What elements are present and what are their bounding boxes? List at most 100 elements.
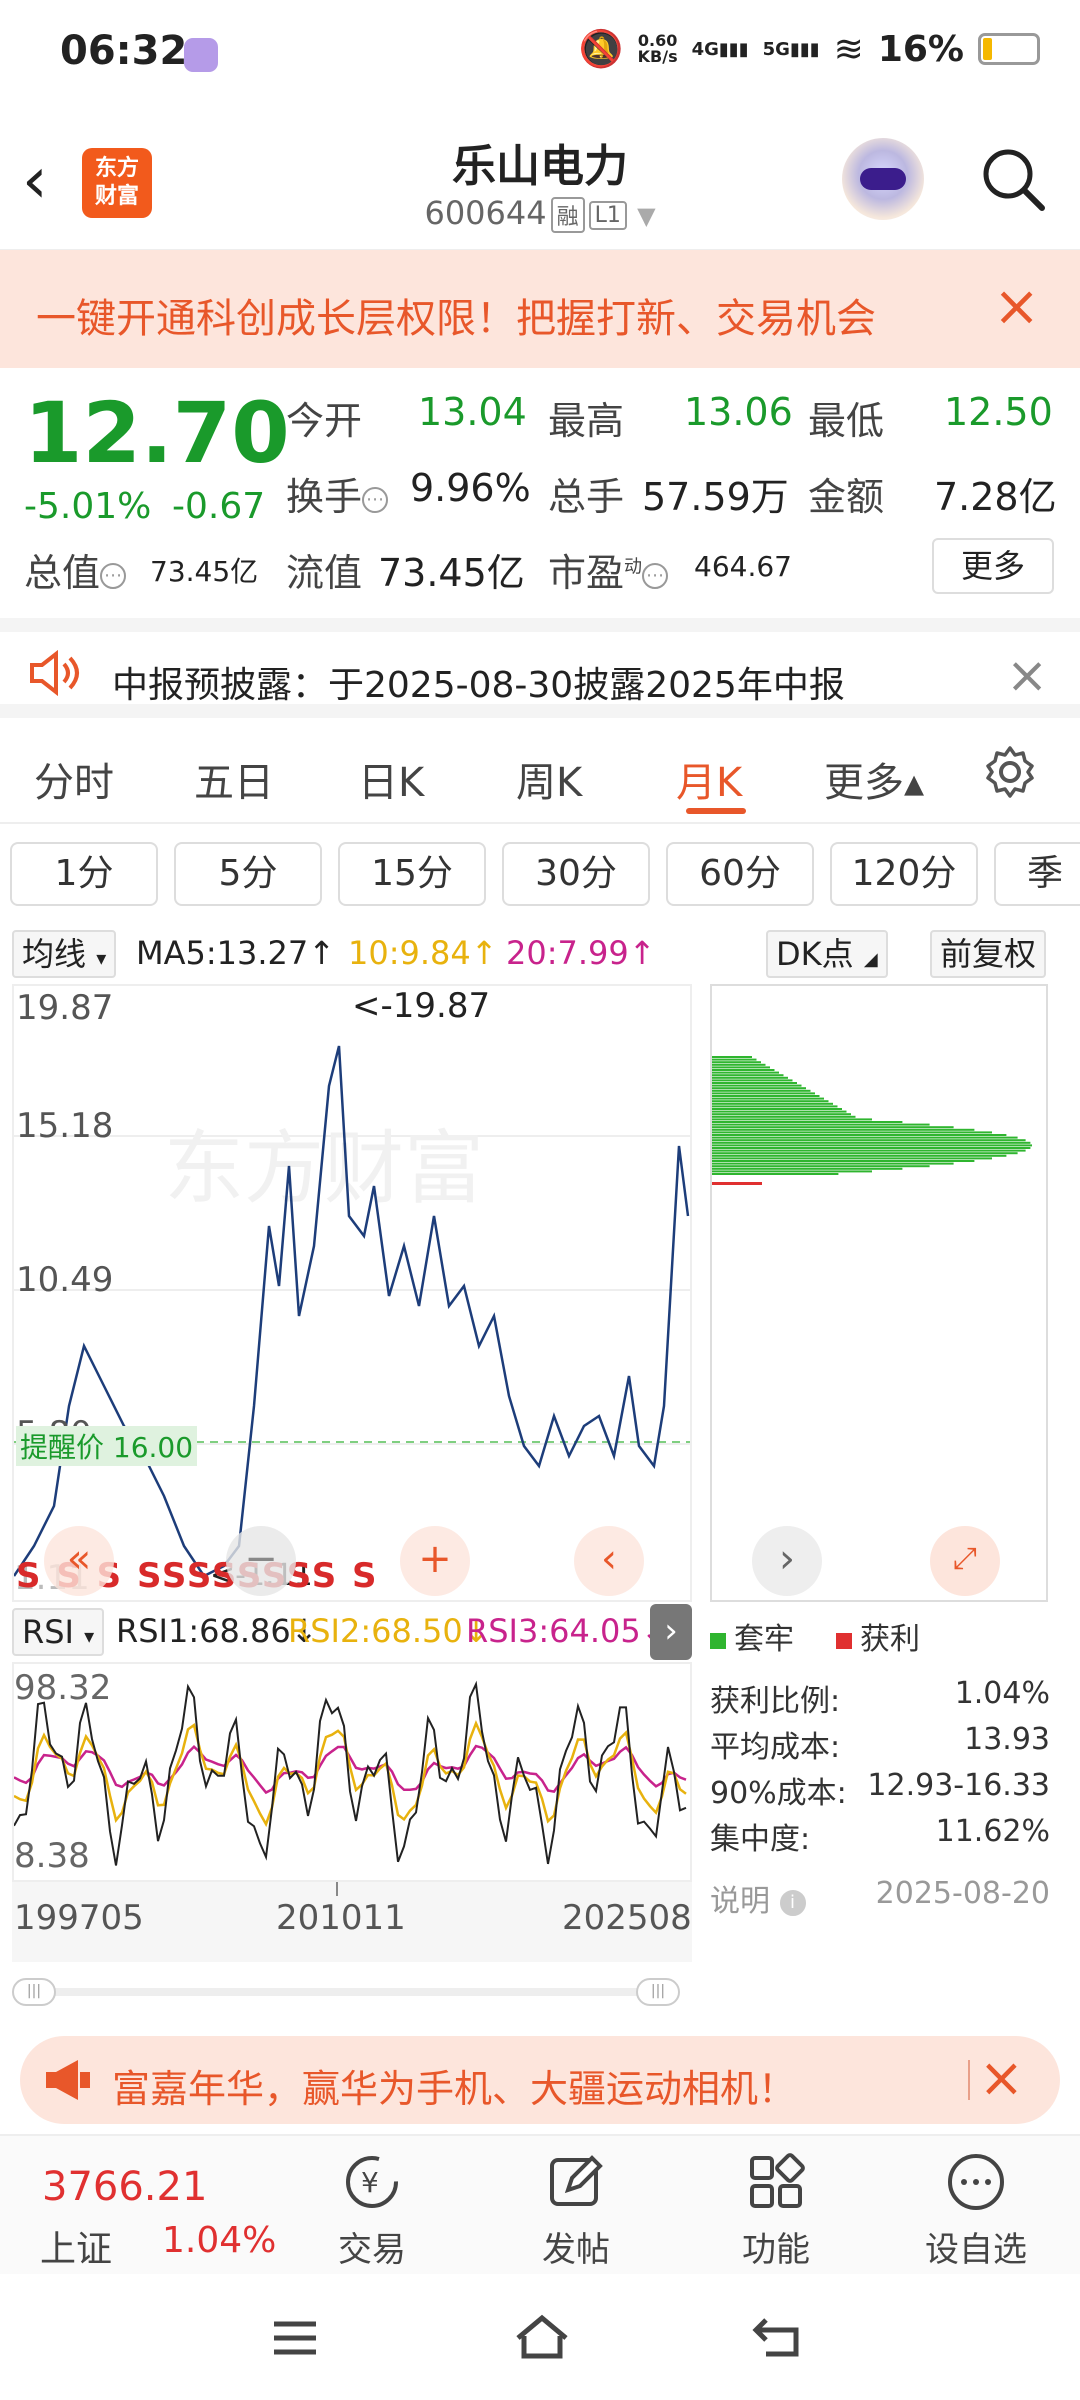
home-icon[interactable] [512,2312,572,2362]
chip-bar [712,1131,992,1134]
period-1min[interactable]: 1分 [10,842,158,906]
period-30min[interactable]: 30分 [502,842,650,906]
market-cap-label: 总值 ⋯ [24,542,127,597]
chip-bar [712,1134,1007,1136]
price-chart[interactable]: 东方财富 19.87 15.18 10.49 5.80 提醒价 16.00 <-… [12,984,692,1602]
chip-bar [712,1141,1031,1144]
adjust-button[interactable]: 前复权 [930,930,1047,978]
indicator-next-button[interactable]: › [650,1604,692,1660]
promo-text: 一键开通科创成长层权限！把握打新、交易机会 [36,296,876,342]
chip-bar [712,1079,793,1082]
battery-icon [978,33,1040,65]
chip-bar [712,1087,806,1090]
volume-label: 总手 [548,475,625,519]
max-price-label: <-19.87 [352,986,491,1026]
tab-timeshare[interactable]: 分时 [34,750,114,808]
function-label[interactable]: 功能 [706,2222,846,2271]
menu-icon[interactable] [270,2318,320,2358]
chip-bar [712,1058,757,1061]
zoom-out-button[interactable]: − [226,1526,296,1596]
search-icon[interactable] [978,144,1048,214]
scroll-handle-left[interactable]: ||| [12,1978,56,2006]
chip-bar [712,1095,820,1097]
x-axis: 199705 201011 202508 [12,1882,692,1962]
turnover-value: 9.96% [410,466,531,510]
open-label: 今开 [286,399,363,443]
rewind-button[interactable]: « [44,1526,114,1596]
gear-icon[interactable] [982,744,1038,800]
tab-more[interactable]: 更多▴ [824,750,924,808]
index-value[interactable]: 3766.21 [42,2164,207,2210]
ad-close-icon[interactable]: × [979,2046,1024,2109]
chip-bar [712,1076,788,1079]
dk-point-button[interactable]: DK点 ◢ [766,930,888,978]
status-right: 🔕 0.60 KB/s 4G▮▮▮ 5G▮▮▮ ≋ 16% [579,28,1040,70]
rsi-chart-svg [14,1680,687,1866]
notice-close-icon[interactable]: × [1006,646,1048,704]
function-icon[interactable] [744,2150,808,2214]
scroll-handle-right[interactable]: ||| [636,1978,680,2006]
chip-explain[interactable]: 说明 i 2025-08-20 [710,1876,1050,1920]
scroll-left-button[interactable]: ‹ [574,1526,644,1596]
index-name[interactable]: 上证 [40,2220,112,2272]
rsi2-value: RSI2:68.50↓ [288,1612,490,1650]
promo-banner[interactable]: 一键开通科创成长层权限！把握打新、交易机会 × [0,250,1080,368]
chip-profit-bar [712,1182,762,1185]
chip-info: 套牢 获利 获利比例: 1.04% 平均成本: 13.93 90%成本: 12.93-… [710,1604,1050,1934]
quote-panel: 12.70 -5.01% -0.67 总值 ⋯ 73.45亿 今开 13.04 最… [0,370,1080,615]
chip-bar [712,1123,930,1126]
alert-price-label[interactable]: 提醒价 16.00 [16,1426,198,1466]
more-quote-button[interactable]: 更多 [932,538,1054,594]
zoom-in-button[interactable]: + [400,1526,470,1596]
rsi-indicator-bar: RSI ▾ RSI1:68.86↓ RSI2:68.50↓ RSI3:64.05… [12,1604,692,1660]
index-change[interactable]: 1.04% [162,2220,276,2261]
period-5min[interactable]: 5分 [174,842,322,906]
rsi-selector[interactable]: RSI ▾ [12,1608,105,1656]
notice-bar[interactable]: 中报预披露：于2025-08-30披露2025年中报 × [0,618,1080,718]
chip-distribution[interactable]: › ⤢ [710,984,1048,1602]
rsi-chart[interactable]: 98.32 8.38 [12,1662,692,1882]
change-percent: -5.01% [24,486,152,527]
post-icon[interactable] [544,2150,608,2214]
x-tick-start: 199705 [14,1898,144,1938]
ad-text: 富嘉年华，赢华为手机、大疆运动相机！ [112,2067,797,2111]
expand-icon[interactable]: ⤢ [930,1526,1000,1596]
assistant-robot-icon[interactable] [842,138,924,220]
close-icon[interactable]: × [993,274,1040,339]
ma5-value: MA5:13.27↑ [136,934,336,972]
add-watchlist-label[interactable]: 设自选 [906,2222,1046,2271]
tab-monthly-k[interactable]: 月K [676,750,742,808]
stock-header: ‹ 东方 财富 乐山电力 600644 融 L1 ▼ [0,110,1080,250]
chip-bar [712,1118,872,1121]
range-scrollbar[interactable]: ||| ||| [12,1972,692,2012]
back-nav-icon[interactable] [752,2314,808,2360]
period-60min[interactable]: 60分 [666,842,814,906]
chip-row-avg-cost: 平均成本: 13.93 [710,1722,1050,1765]
trade-label[interactable]: 交易 [302,2222,442,2271]
chip-bar [712,1121,903,1123]
price-chart-svg: 东方财富 [14,1045,690,1578]
trade-icon[interactable]: ¥ [340,2150,404,2214]
pe-value: 464.67 [694,550,792,583]
high-label: 最高 [548,399,625,443]
post-label[interactable]: 发帖 [506,2222,646,2271]
period-15min[interactable]: 15分 [338,842,486,906]
ma-indicator-bar: 均线 ▾ MA5:13.27↑ 10:9.84↑ 20:7.99↑ DK点 ◢ … [0,928,1080,980]
add-watchlist-icon[interactable] [944,2150,1008,2214]
period-120min[interactable]: 120分 [830,842,978,906]
tab-five-day[interactable]: 五日 [194,750,274,808]
net-speed: 0.60 KB/s [637,31,678,66]
scroll-right-button[interactable]: › [752,1526,822,1596]
tab-weekly-k[interactable]: 周K [516,750,582,808]
speaker-icon [30,650,79,696]
chip-bar [712,1066,770,1069]
low-label: 最低 [808,399,885,443]
chip-bar [712,1097,824,1100]
tab-daily-k[interactable]: 日K [358,750,424,808]
chip-bar [712,1173,839,1175]
float-cap-value: 73.45亿 [378,551,525,595]
period-quarter[interactable]: 季 [994,842,1080,906]
ma-selector[interactable]: 均线 ▾ [12,930,117,978]
ad-banner[interactable]: 富嘉年华，赢华为手机、大疆运动相机！ × [20,2036,1060,2124]
current-price: 12.70 [24,384,290,482]
